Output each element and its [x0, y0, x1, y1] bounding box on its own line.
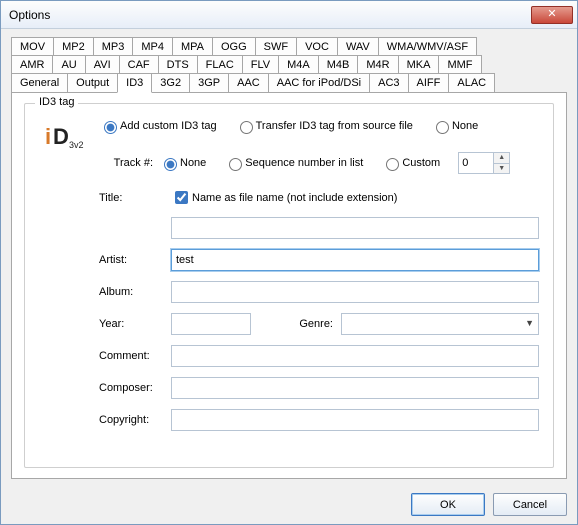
genre-label: Genre:: [291, 318, 341, 330]
tab-id3[interactable]: ID3: [117, 73, 152, 93]
window-title: Options: [9, 8, 531, 22]
tab-flv[interactable]: FLV: [242, 55, 279, 74]
tab-ogg[interactable]: OGG: [212, 37, 256, 56]
track-spinner-input[interactable]: [459, 153, 493, 173]
tab-voc[interactable]: VOC: [296, 37, 338, 56]
tab-flac[interactable]: FLAC: [197, 55, 243, 74]
radio-transfer-input[interactable]: [240, 121, 253, 134]
tab-strip: MOVMP2MP3MP4MPAOGGSWFVOCWAVWMA/WMV/ASF AM…: [11, 37, 567, 92]
tab-m4a[interactable]: M4A: [278, 55, 319, 74]
title-input-row: [99, 217, 539, 239]
album-label: Album:: [99, 286, 171, 298]
comment-row: Comment:: [99, 345, 539, 367]
title-filename-checkbox-label: Name as file name (not include extension…: [192, 192, 397, 204]
tab-m4b[interactable]: M4B: [318, 55, 359, 74]
title-input[interactable]: [171, 217, 539, 239]
title-label: Title:: [99, 192, 171, 204]
year-input[interactable]: [171, 313, 251, 335]
radio-none-input[interactable]: [436, 121, 449, 134]
composer-label: Composer:: [99, 382, 171, 394]
titlebar: Options ✕: [1, 1, 577, 29]
chevron-down-icon: ▼: [525, 318, 534, 328]
tab-m4r[interactable]: M4R: [357, 55, 398, 74]
tab-mp4[interactable]: MP4: [132, 37, 173, 56]
radio-transfer[interactable]: Transfer ID3 tag from source file: [235, 118, 413, 134]
dialog-footer: OK Cancel: [1, 485, 577, 524]
tab-mp2[interactable]: MP2: [53, 37, 94, 56]
album-row: Album:: [99, 281, 539, 303]
comment-label: Comment:: [99, 350, 171, 362]
radio-track-custom[interactable]: Custom: [381, 155, 440, 171]
artist-label: Artist:: [99, 254, 171, 266]
tab-alac[interactable]: ALAC: [448, 73, 495, 93]
tab-swf[interactable]: SWF: [255, 37, 297, 56]
title-filename-checkbox[interactable]: Name as file name (not include extension…: [171, 188, 397, 207]
radio-track-none[interactable]: None: [159, 155, 206, 171]
artist-row: Artist:: [99, 249, 539, 271]
year-genre-row: Year: Genre: ▼: [99, 313, 539, 335]
tab-dts[interactable]: DTS: [158, 55, 198, 74]
content-area: MOVMP2MP3MP4MPAOGGSWFVOCWAVWMA/WMV/ASF AM…: [1, 29, 577, 485]
tab-wma-wmv-asf[interactable]: WMA/WMV/ASF: [378, 37, 477, 56]
tab-aac-for-ipod-dsi[interactable]: AAC for iPod/DSi: [268, 73, 370, 93]
options-dialog: Options ✕ MOVMP2MP3MP4MPAOGGSWFVOCWAVWMA…: [0, 0, 578, 525]
tab-au[interactable]: AU: [52, 55, 85, 74]
tab-general[interactable]: General: [11, 73, 68, 93]
track-spinner[interactable]: ▲▼: [458, 152, 510, 174]
tab-panel-id3: ID3 tag iD3v2 Add custom ID3 tag Transfe…: [11, 92, 567, 479]
copyright-row: Copyright:: [99, 409, 539, 431]
spin-up-icon[interactable]: ▲: [493, 153, 509, 164]
tab-mp3[interactable]: MP3: [93, 37, 134, 56]
tab-caf[interactable]: CAF: [119, 55, 159, 74]
radio-none-label: None: [452, 120, 478, 132]
tab-mpa[interactable]: MPA: [172, 37, 213, 56]
tab-3gp[interactable]: 3GP: [189, 73, 229, 93]
album-input[interactable]: [171, 281, 539, 303]
id3-icon: iD3v2: [45, 128, 75, 158]
tab-avi[interactable]: AVI: [85, 55, 120, 74]
radio-add-custom[interactable]: Add custom ID3 tag: [99, 118, 217, 134]
track-label: Track #:: [99, 157, 159, 169]
tab-aiff[interactable]: AIFF: [408, 73, 450, 93]
fieldset-legend: ID3 tag: [35, 96, 78, 108]
comment-input[interactable]: [171, 345, 539, 367]
tab-output[interactable]: Output: [67, 73, 118, 93]
copyright-label: Copyright:: [99, 414, 171, 426]
genre-combo[interactable]: ▼: [341, 313, 539, 335]
composer-input[interactable]: [171, 377, 539, 399]
tab-mmf[interactable]: MMF: [438, 55, 481, 74]
title-filename-checkbox-input[interactable]: [175, 191, 188, 204]
tab-aac[interactable]: AAC: [228, 73, 269, 93]
year-label: Year:: [99, 318, 171, 330]
copyright-input[interactable]: [171, 409, 539, 431]
title-row: Title: Name as file name (not include ex…: [99, 188, 539, 207]
tab-wav[interactable]: WAV: [337, 37, 379, 56]
radio-add-custom-label: Add custom ID3 tag: [120, 120, 217, 132]
close-icon[interactable]: ✕: [531, 6, 573, 24]
tab-ac3[interactable]: AC3: [369, 73, 408, 93]
tab-mka[interactable]: MKA: [398, 55, 440, 74]
ok-button[interactable]: OK: [411, 493, 485, 516]
cancel-button[interactable]: Cancel: [493, 493, 567, 516]
radio-none[interactable]: None: [431, 118, 478, 134]
spin-down-icon[interactable]: ▼: [493, 164, 509, 174]
tab-amr[interactable]: AMR: [11, 55, 53, 74]
id3-mode-group: Add custom ID3 tag Transfer ID3 tag from…: [99, 118, 539, 134]
id3-fieldset: ID3 tag iD3v2 Add custom ID3 tag Transfe…: [24, 103, 554, 468]
tab-3g2[interactable]: 3G2: [151, 73, 190, 93]
tab-mov[interactable]: MOV: [11, 37, 54, 56]
composer-row: Composer:: [99, 377, 539, 399]
radio-transfer-label: Transfer ID3 tag from source file: [256, 120, 413, 132]
artist-input[interactable]: [171, 249, 539, 271]
track-row: Track #: None Sequence number in list Cu…: [99, 152, 539, 174]
radio-add-custom-input[interactable]: [104, 121, 117, 134]
radio-track-seq[interactable]: Sequence number in list: [224, 155, 363, 171]
